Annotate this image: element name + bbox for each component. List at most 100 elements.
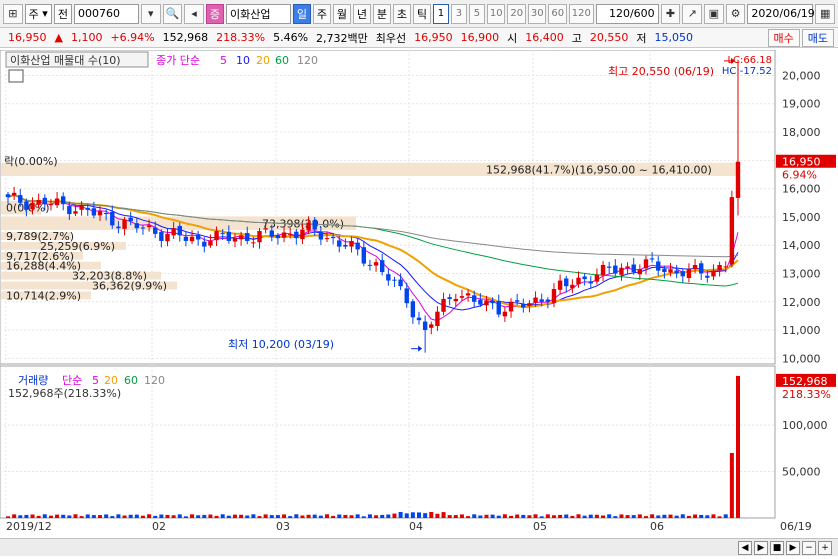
x-tick-label: 02 — [152, 520, 166, 533]
period-second[interactable]: 초 — [392, 3, 411, 24]
low-note: 최저 10,200 (03/19) — [228, 338, 334, 351]
volume-bar — [331, 515, 336, 518]
volume-bar — [183, 516, 188, 518]
crosshair-icon[interactable]: ✚ — [660, 3, 681, 24]
count-input[interactable]: 120/600 — [595, 3, 659, 24]
volume-bar — [674, 515, 679, 518]
minute-30[interactable]: 30 — [527, 3, 547, 24]
candle-body — [410, 301, 416, 318]
period-day[interactable]: 일 — [292, 3, 311, 24]
volume-bar — [570, 515, 575, 518]
ask-price: 16,950 — [414, 31, 453, 44]
volume-bar — [711, 514, 716, 518]
volume-bar — [196, 515, 201, 518]
volume-bar — [582, 515, 587, 518]
candle-body — [686, 269, 692, 278]
volume-bar — [723, 514, 728, 518]
scroll-right-icon[interactable]: ▶ — [786, 540, 800, 555]
volume-bar — [521, 514, 526, 518]
volume-ma-5: 5 — [92, 374, 99, 387]
candle-body — [232, 238, 238, 242]
gear-icon[interactable]: ⚙ — [725, 3, 746, 24]
chart-area[interactable]: 152,968(41.7%)(16,950.00 ~ 16,410.00)0(0… — [0, 49, 838, 556]
candle-body — [18, 195, 23, 203]
zoom-in-icon[interactable]: + — [818, 540, 832, 555]
volume-bar — [404, 513, 409, 518]
volume-bar — [607, 514, 612, 518]
candle-body — [122, 219, 127, 229]
code-dropdown-icon[interactable]: ▾ — [140, 3, 161, 24]
period-month[interactable]: 월 — [332, 3, 351, 24]
chart-svg[interactable]: 152,968(41.7%)(16,950.00 ~ 16,410.00)0(0… — [0, 49, 838, 556]
toolbar: ⊞ 주 ▾ 전 000760 ▾ 🔍 ◂ 증 이화산업 일 주 월 년 분 초 … — [0, 0, 838, 28]
candle-body — [447, 297, 452, 299]
zoom-out-icon[interactable]: − — [802, 540, 816, 555]
market-select[interactable]: 주 ▾ — [24, 3, 52, 24]
minute-120[interactable]: 120 — [568, 3, 594, 24]
volume-bar — [337, 514, 342, 518]
candle-body — [361, 247, 366, 264]
x-tick-label: 06/19 — [780, 520, 812, 533]
play-icon[interactable]: ▶ — [754, 540, 768, 555]
volume-bar — [61, 514, 66, 518]
hc-label: HC:-17.52 — [722, 66, 772, 77]
candle-body — [30, 202, 35, 210]
volume-bar — [140, 515, 145, 518]
volume-bar — [564, 514, 569, 518]
table-icon[interactable] — [8, 69, 24, 83]
code-input[interactable]: 000760 — [73, 3, 139, 24]
volume-bar — [263, 514, 268, 518]
stop-icon[interactable]: ■ — [770, 540, 784, 555]
candle-body — [717, 264, 722, 271]
candle-body — [269, 230, 274, 237]
minute-5[interactable]: 5 — [468, 3, 485, 24]
sound-icon[interactable]: ◂ — [184, 3, 204, 24]
candle-body — [220, 233, 225, 235]
volume-bar — [576, 514, 581, 518]
candle-body — [61, 196, 66, 205]
period-minute[interactable]: 분 — [372, 3, 391, 24]
volume-bar — [509, 515, 514, 518]
candle-body — [416, 317, 422, 321]
minute-3[interactable]: 3 — [450, 3, 467, 24]
period-week[interactable]: 주 — [312, 3, 331, 24]
candle-body — [42, 197, 48, 205]
period-year[interactable]: 년 — [352, 3, 371, 24]
x-tick-label: 2019/12 — [6, 520, 52, 533]
buy-button[interactable]: 매수 — [767, 28, 800, 47]
candle-body — [490, 301, 495, 304]
volume-bar — [318, 515, 323, 518]
volume-bar — [232, 514, 237, 518]
search-icon[interactable]: 🔍 — [162, 3, 183, 24]
volume-ma-20: 20 — [104, 374, 118, 387]
save-icon[interactable]: ▣ — [704, 3, 724, 24]
type-select[interactable]: 전 — [53, 3, 72, 24]
chart-icon[interactable]: ⊞ — [3, 3, 23, 24]
volume-bar — [502, 514, 507, 518]
price-tick-label: 14,000 — [782, 239, 821, 252]
period-tick[interactable]: 틱 — [412, 3, 431, 24]
volume-bar — [699, 514, 704, 518]
minute-60[interactable]: 60 — [548, 3, 567, 24]
candle-body — [5, 194, 11, 198]
compare-icon[interactable]: ↗ — [682, 3, 703, 24]
open-label: 시 — [507, 31, 518, 45]
minute-20[interactable]: 20 — [507, 3, 526, 24]
price-tick-label: 16,000 — [782, 183, 821, 196]
volume-bar — [288, 516, 293, 518]
scroll-left-icon[interactable]: ◀ — [738, 540, 752, 555]
candle-body — [508, 301, 514, 312]
candle-body — [214, 231, 219, 241]
minute-1[interactable]: 1 — [432, 3, 449, 24]
volume-bar — [686, 515, 691, 518]
candle-body — [263, 228, 268, 230]
market-badge: 증 — [205, 3, 225, 24]
volume-bar — [104, 514, 109, 518]
sell-button[interactable]: 매도 — [801, 28, 834, 47]
candle-body — [159, 232, 164, 241]
date-input[interactable]: 2020/06/19 — [747, 3, 815, 24]
calendar-icon[interactable]: ▦ — [815, 3, 836, 24]
volume-bar — [601, 515, 606, 518]
minute-10[interactable]: 10 — [486, 3, 506, 24]
candle-body — [557, 280, 563, 290]
